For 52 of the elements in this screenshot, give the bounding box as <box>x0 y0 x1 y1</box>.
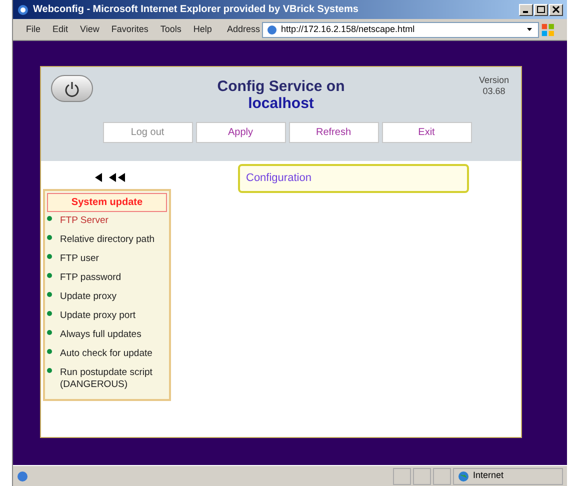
sidebar-title: System update <box>47 193 167 212</box>
sidebar-item[interactable]: FTP Server <box>60 215 108 233</box>
sidebar-item[interactable]: Auto check for update <box>60 348 152 366</box>
menu-item[interactable]: Tools <box>155 22 186 36</box>
windows-logo-icon <box>541 22 555 38</box>
browser-icon <box>17 4 29 16</box>
globe-icon <box>458 470 469 482</box>
bullet-icon <box>47 292 52 297</box>
status-pane <box>393 468 411 484</box>
sidebar-item[interactable]: FTP user <box>60 253 99 271</box>
bullet-icon <box>47 311 52 316</box>
toolbar-button[interactable]: Apply <box>196 122 286 143</box>
bullet-icon <box>47 216 52 221</box>
close-icon <box>552 6 560 13</box>
toolbar-button[interactable]: Exit <box>382 122 472 143</box>
version-label: Version <box>478 75 509 86</box>
maximize-icon <box>537 6 545 13</box>
sidebar-item[interactable]: Always full updates <box>60 329 142 347</box>
bullet-icon <box>47 368 52 373</box>
version-number: 03.68 <box>482 86 506 97</box>
status-pane <box>433 468 451 484</box>
menu-item[interactable]: Edit <box>48 22 74 36</box>
menu-item[interactable]: Help <box>188 22 217 36</box>
power-icon <box>64 80 80 96</box>
close-button[interactable] <box>549 4 563 16</box>
header-title: Config Service on <box>217 78 345 95</box>
power-button[interactable] <box>51 75 93 102</box>
address-field[interactable]: http://172.16.2.158/netscape.html <box>262 22 540 38</box>
page-icon <box>266 24 277 34</box>
sidebar-item[interactable]: Run postupdate script (DANGEROUS) <box>60 367 167 397</box>
maximize-button[interactable] <box>534 4 548 16</box>
host-name: localhost <box>248 95 314 112</box>
page-icon <box>17 470 28 482</box>
bullet-icon <box>47 254 52 259</box>
minimize-button[interactable] <box>519 4 533 16</box>
sidebar-item[interactable]: Update proxy <box>60 291 117 309</box>
status-pane <box>413 468 431 484</box>
sidebar-item[interactable]: Update proxy port <box>60 310 136 328</box>
bullet-icon <box>47 273 52 278</box>
zone-label: Internet <box>473 469 504 482</box>
menu-item[interactable]: Favorites <box>106 22 154 36</box>
menu-item[interactable]: View <box>75 22 104 36</box>
configuration-title: Configuration <box>246 171 312 186</box>
toolbar-button[interactable]: Refresh <box>288 122 378 143</box>
menu-item[interactable]: File <box>21 22 46 36</box>
bullet-icon <box>47 235 52 240</box>
bullet-icon <box>47 330 52 335</box>
address-label: Address <box>226 22 260 36</box>
window-title: Webconfig - Microsoft Internet Explorer provided by VBrick Systems <box>33 3 358 17</box>
sidebar-item[interactable]: FTP password <box>60 272 122 290</box>
bullet-icon <box>47 349 52 354</box>
sidebar-item[interactable]: Relative directory path <box>60 234 155 252</box>
